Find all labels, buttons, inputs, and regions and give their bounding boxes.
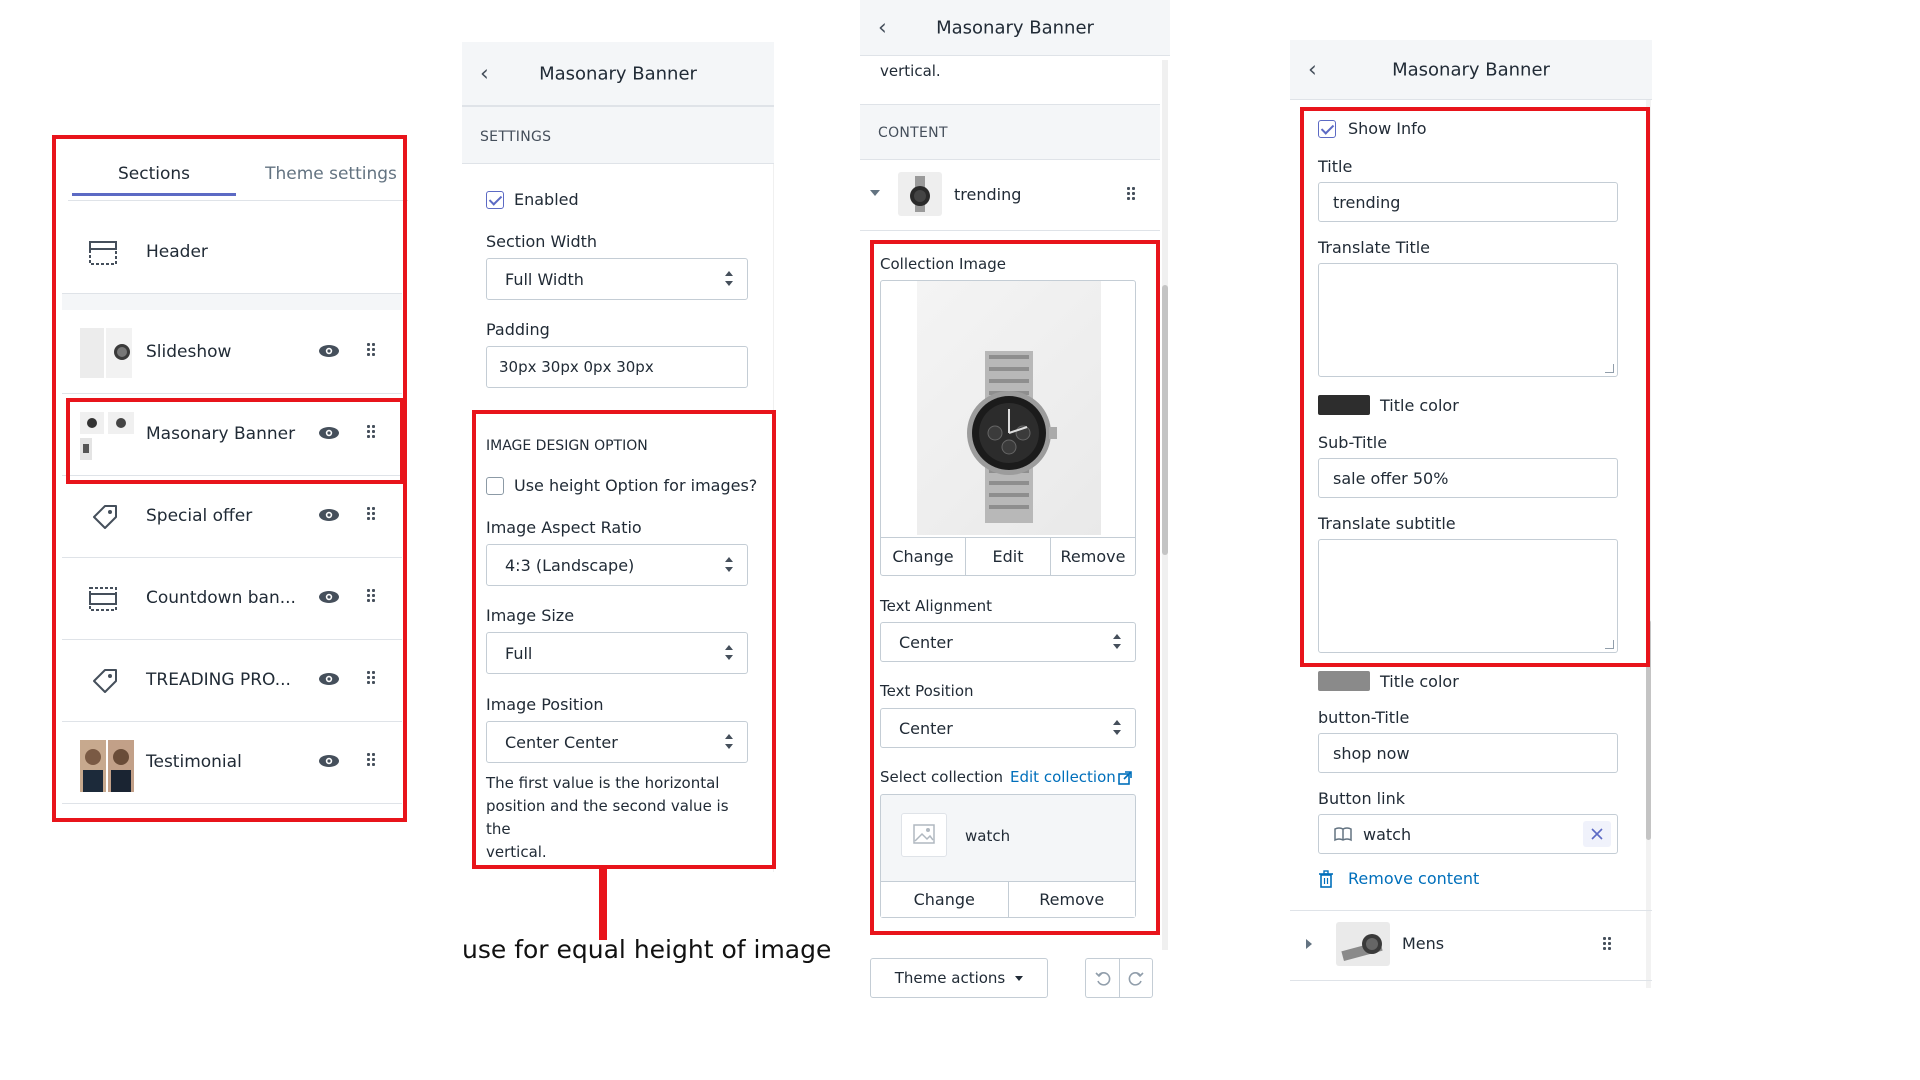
highlight-image-design-box [472,410,776,869]
scrolled-help-text: vertical. [880,62,941,80]
padding-input[interactable]: 30px 30px 0px 30px [486,346,748,388]
redo-button[interactable] [1119,958,1153,998]
panel-title: Masonary Banner [1392,59,1550,80]
annotation-connector [599,868,607,940]
bottom-divider [1290,980,1652,981]
redo-icon [1128,972,1144,986]
expand-arrow-icon[interactable] [1306,939,1312,949]
content-header: CONTENT [860,104,1160,160]
clear-link-icon[interactable] [1583,821,1611,847]
title-color-swatch-2[interactable] [1318,671,1370,691]
drag-handle-icon[interactable] [1126,186,1136,202]
annotation-text: use for equal height of image [462,935,832,964]
highlight-content-box [870,240,1160,935]
theme-actions-button[interactable]: Theme actions [870,958,1048,998]
section-width-label: Section Width [486,232,598,251]
scrollbar[interactable] [1162,60,1168,950]
highlight-masonary-row [66,398,404,484]
panel-title: Masonary Banner [936,17,1094,38]
caret-down-icon [1015,975,1024,981]
drag-handle-icon[interactable] [1602,936,1612,952]
remove-content-link[interactable]: Remove content [1348,869,1479,888]
panel-title: Masonary Banner [539,63,697,84]
padding-label: Padding [486,320,550,339]
undo-icon [1094,972,1110,986]
next-block-name[interactable]: Mens [1402,934,1444,953]
mens-block-thumbnail [1336,922,1390,966]
enabled-label: Enabled [514,190,579,209]
highlight-show-info-box [1300,107,1650,667]
trash-icon[interactable] [1318,870,1334,888]
block-divider [860,230,1160,231]
section-width-select[interactable]: Full Width [486,258,748,300]
block-thumbnail [898,172,942,216]
block-collapse-arrow-icon[interactable] [870,190,880,196]
button-link-label: Button link [1318,789,1405,808]
collection-book-icon [1333,826,1353,846]
panel-header: ‹ Masonary Banner [462,42,774,106]
button-title-label: button-Title [1318,708,1410,727]
panel-header: ‹ Masonary Banner [860,0,1170,56]
settings-header: SETTINGS [462,106,774,164]
next-block-divider [1290,910,1652,911]
button-link-input[interactable]: watch [1318,814,1618,854]
title-color-label-2: Title color [1380,672,1459,691]
button-title-input[interactable]: shop now [1318,733,1618,773]
undo-button[interactable] [1085,958,1119,998]
panel-header: ‹ Masonary Banner [1290,40,1652,100]
enabled-checkbox[interactable] [486,191,504,209]
block-name[interactable]: trending [954,185,1021,204]
